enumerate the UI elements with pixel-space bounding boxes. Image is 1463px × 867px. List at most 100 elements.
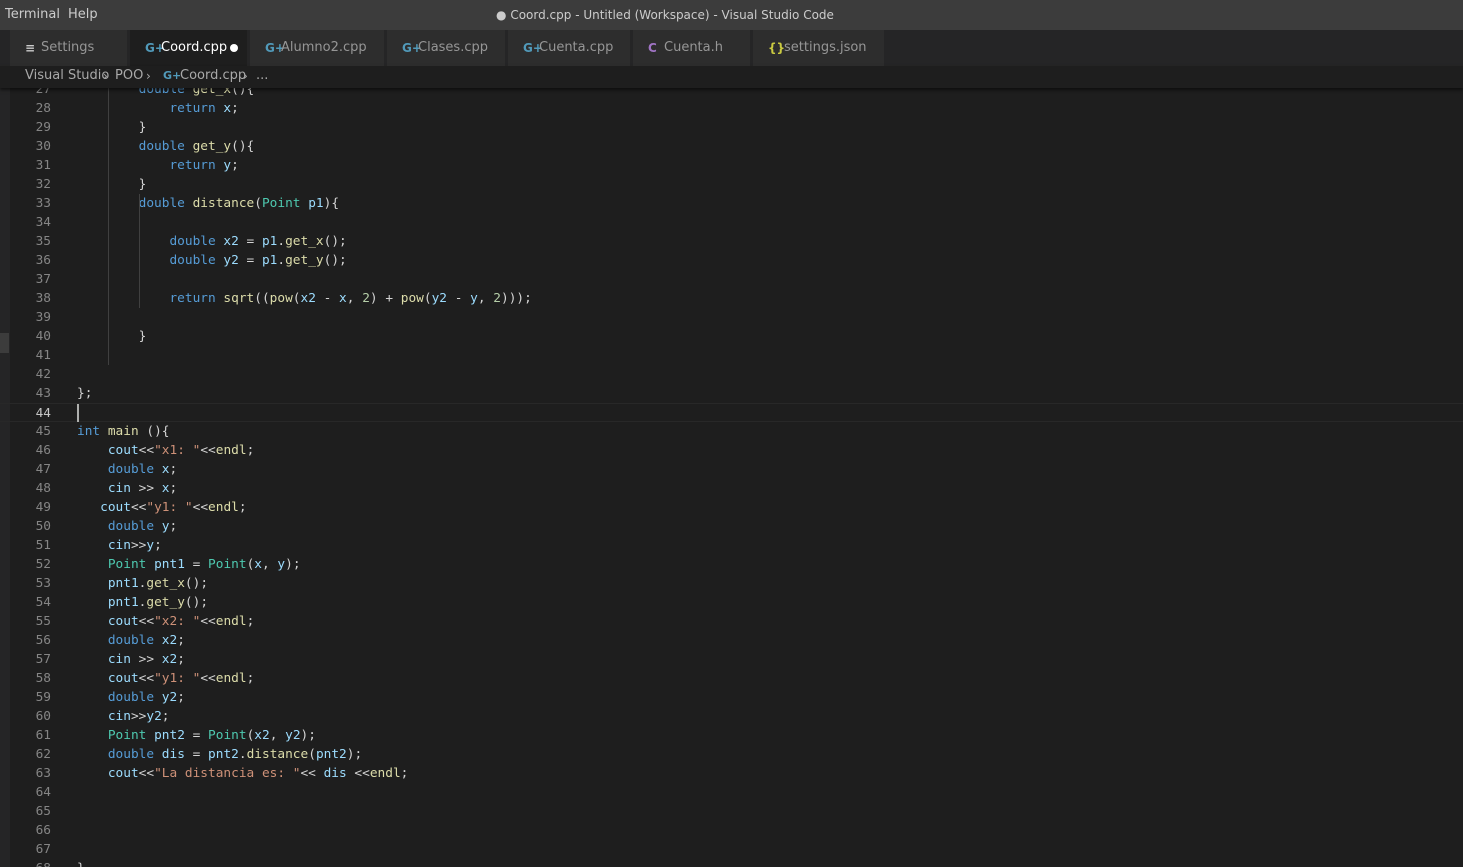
code-editor[interactable]: 27 double get_x(){28 return x; 29 } 30 dou… [0, 88, 1463, 867]
code-line[interactable]: 42 [0, 365, 1463, 384]
code-token: double [169, 234, 216, 249]
line-number: 63 [35, 766, 51, 781]
code-token: } [77, 177, 147, 192]
code-text: } [77, 859, 85, 867]
line-number: 58 [35, 671, 51, 686]
code-line[interactable]: 47 double x; [0, 460, 1463, 479]
tab-clases-cpp[interactable]: G+ Clases.cpp [387, 30, 506, 66]
code-line[interactable]: 63 cout<<"La distancia es: "<< dis <<end… [0, 764, 1463, 783]
code-line[interactable]: 62 double dis = pnt2.distance(pnt2); [0, 745, 1463, 764]
code-line[interactable]: 44 [0, 403, 1463, 422]
breadcrumb-root[interactable]: Visual Studio [25, 66, 109, 88]
code-token: (); [323, 253, 347, 268]
code-line[interactable]: 32 } [0, 175, 1463, 194]
tab-cuenta-cpp[interactable]: G+ Cuenta.cpp [508, 30, 631, 66]
code-lines: 27 double get_x(){28 return x; 29 } 30 dou… [0, 88, 1463, 867]
tab-strip-edge [0, 30, 10, 66]
code-line[interactable]: 43}; [0, 384, 1463, 403]
code-line[interactable]: 65 [0, 802, 1463, 821]
code-line[interactable]: 56 double x2; [0, 631, 1463, 650]
code-token: cout [107, 614, 139, 629]
code-line[interactable]: 50 double y; [0, 517, 1463, 536]
code-line[interactable]: 37 [0, 270, 1463, 289]
code-text: double x2; [77, 631, 185, 650]
tab-coord-cpp[interactable]: G+ Coord.cpp [130, 30, 248, 66]
code-line[interactable]: 39 [0, 308, 1463, 327]
code-line[interactable]: 53 pnt1.get_x(); [0, 574, 1463, 593]
code-line[interactable]: 38 return sqrt((pow(x2 - x, 2) + pow(y2 … [0, 289, 1463, 308]
code-token: x2 [161, 633, 178, 648]
code-line[interactable]: 49 cout<<"y1: "<<endl; [0, 498, 1463, 517]
code-line[interactable]: 68} [0, 859, 1463, 867]
line-number: 54 [35, 595, 51, 610]
code-line[interactable]: 31 return y; [0, 156, 1463, 175]
breadcrumb-more[interactable]: ... [256, 66, 268, 88]
code-line[interactable]: 48 cin >> x; [0, 479, 1463, 498]
tab-settings-json[interactable]: {} settings.json [753, 30, 885, 66]
code-token: endl [215, 614, 247, 629]
code-line[interactable]: 51 cin>>y; [0, 536, 1463, 555]
code-line[interactable]: 34 [0, 213, 1463, 232]
code-line[interactable]: 30 double get_y(){ [0, 137, 1463, 156]
tab-cuenta-h[interactable]: C Cuenta.h [633, 30, 751, 66]
code-token: cin [107, 709, 131, 724]
line-number: 31 [35, 158, 51, 173]
code-line[interactable]: 36 double y2 = p1.get_y(); [0, 251, 1463, 270]
tab-alumno2-cpp[interactable]: G+ Alumno2.cpp [250, 30, 385, 66]
code-line[interactable]: 64 [0, 783, 1463, 802]
line-number: 36 [35, 253, 51, 268]
code-token: , [477, 291, 494, 306]
code-token: cout [107, 766, 139, 781]
code-token: pnt2 [208, 747, 239, 762]
tab-settings[interactable]: ≡ Settings [10, 30, 128, 66]
code-line[interactable]: 54 pnt1.get_y(); [0, 593, 1463, 612]
code-line[interactable]: 33 double distance(Point p1){ [0, 194, 1463, 213]
code-line[interactable]: 45 int main (){ [0, 422, 1463, 441]
code-line[interactable]: 66 [0, 821, 1463, 840]
code-line[interactable]: 52 Point pnt1 = Point(x, y); [0, 555, 1463, 574]
code-token: (); [184, 576, 209, 591]
code-token: (( [254, 291, 270, 306]
line-number: 57 [35, 652, 51, 667]
code-token: (){ [231, 88, 255, 97]
code-text: pnt1.get_y(); [77, 593, 208, 612]
code-token: (){ [138, 424, 170, 439]
code-line[interactable]: 35 double x2 = p1.get_x(); [0, 232, 1463, 251]
code-line[interactable]: 60 cin>>y2; [0, 707, 1463, 726]
code-line[interactable]: 57 cin >> x2; [0, 650, 1463, 669]
breadcrumb-folder[interactable]: POO [115, 66, 143, 88]
code-line[interactable]: 27 double get_x(){ [0, 88, 1463, 99]
code-line[interactable]: 58 cout<<"y1: "<<endl; [0, 669, 1463, 688]
code-token: << [346, 766, 370, 781]
code-token: << [130, 500, 147, 515]
code-line[interactable]: 55 cout<<"x2: "<<endl; [0, 612, 1463, 631]
code-token: pnt1 [107, 595, 139, 610]
code-line[interactable]: 46 cout<<"x1: "<<endl; [0, 441, 1463, 460]
code-text: double y2; [77, 688, 185, 707]
code-token: y2 [431, 291, 447, 306]
code-token: ; [246, 614, 255, 629]
code-line[interactable]: 41 [0, 346, 1463, 365]
unsaved-dot-icon[interactable] [230, 44, 238, 52]
code-text: }; [77, 384, 92, 403]
line-number: 35 [35, 234, 51, 249]
indent-guide [139, 194, 140, 308]
code-line[interactable]: 28 return x; [0, 99, 1463, 118]
code-token: y [223, 158, 232, 173]
code-line[interactable]: 61 Point pnt2 = Point(x2, y2); [0, 726, 1463, 745]
code-line[interactable]: 59 double y2; [0, 688, 1463, 707]
line-number: 56 [35, 633, 51, 648]
breadcrumb-file[interactable]: Coord.cpp [180, 66, 246, 88]
code-line[interactable]: 67 [0, 840, 1463, 859]
code-line[interactable]: 29 } [0, 118, 1463, 137]
code-token: get_y [285, 253, 324, 268]
code-line[interactable]: 40 } [0, 327, 1463, 346]
